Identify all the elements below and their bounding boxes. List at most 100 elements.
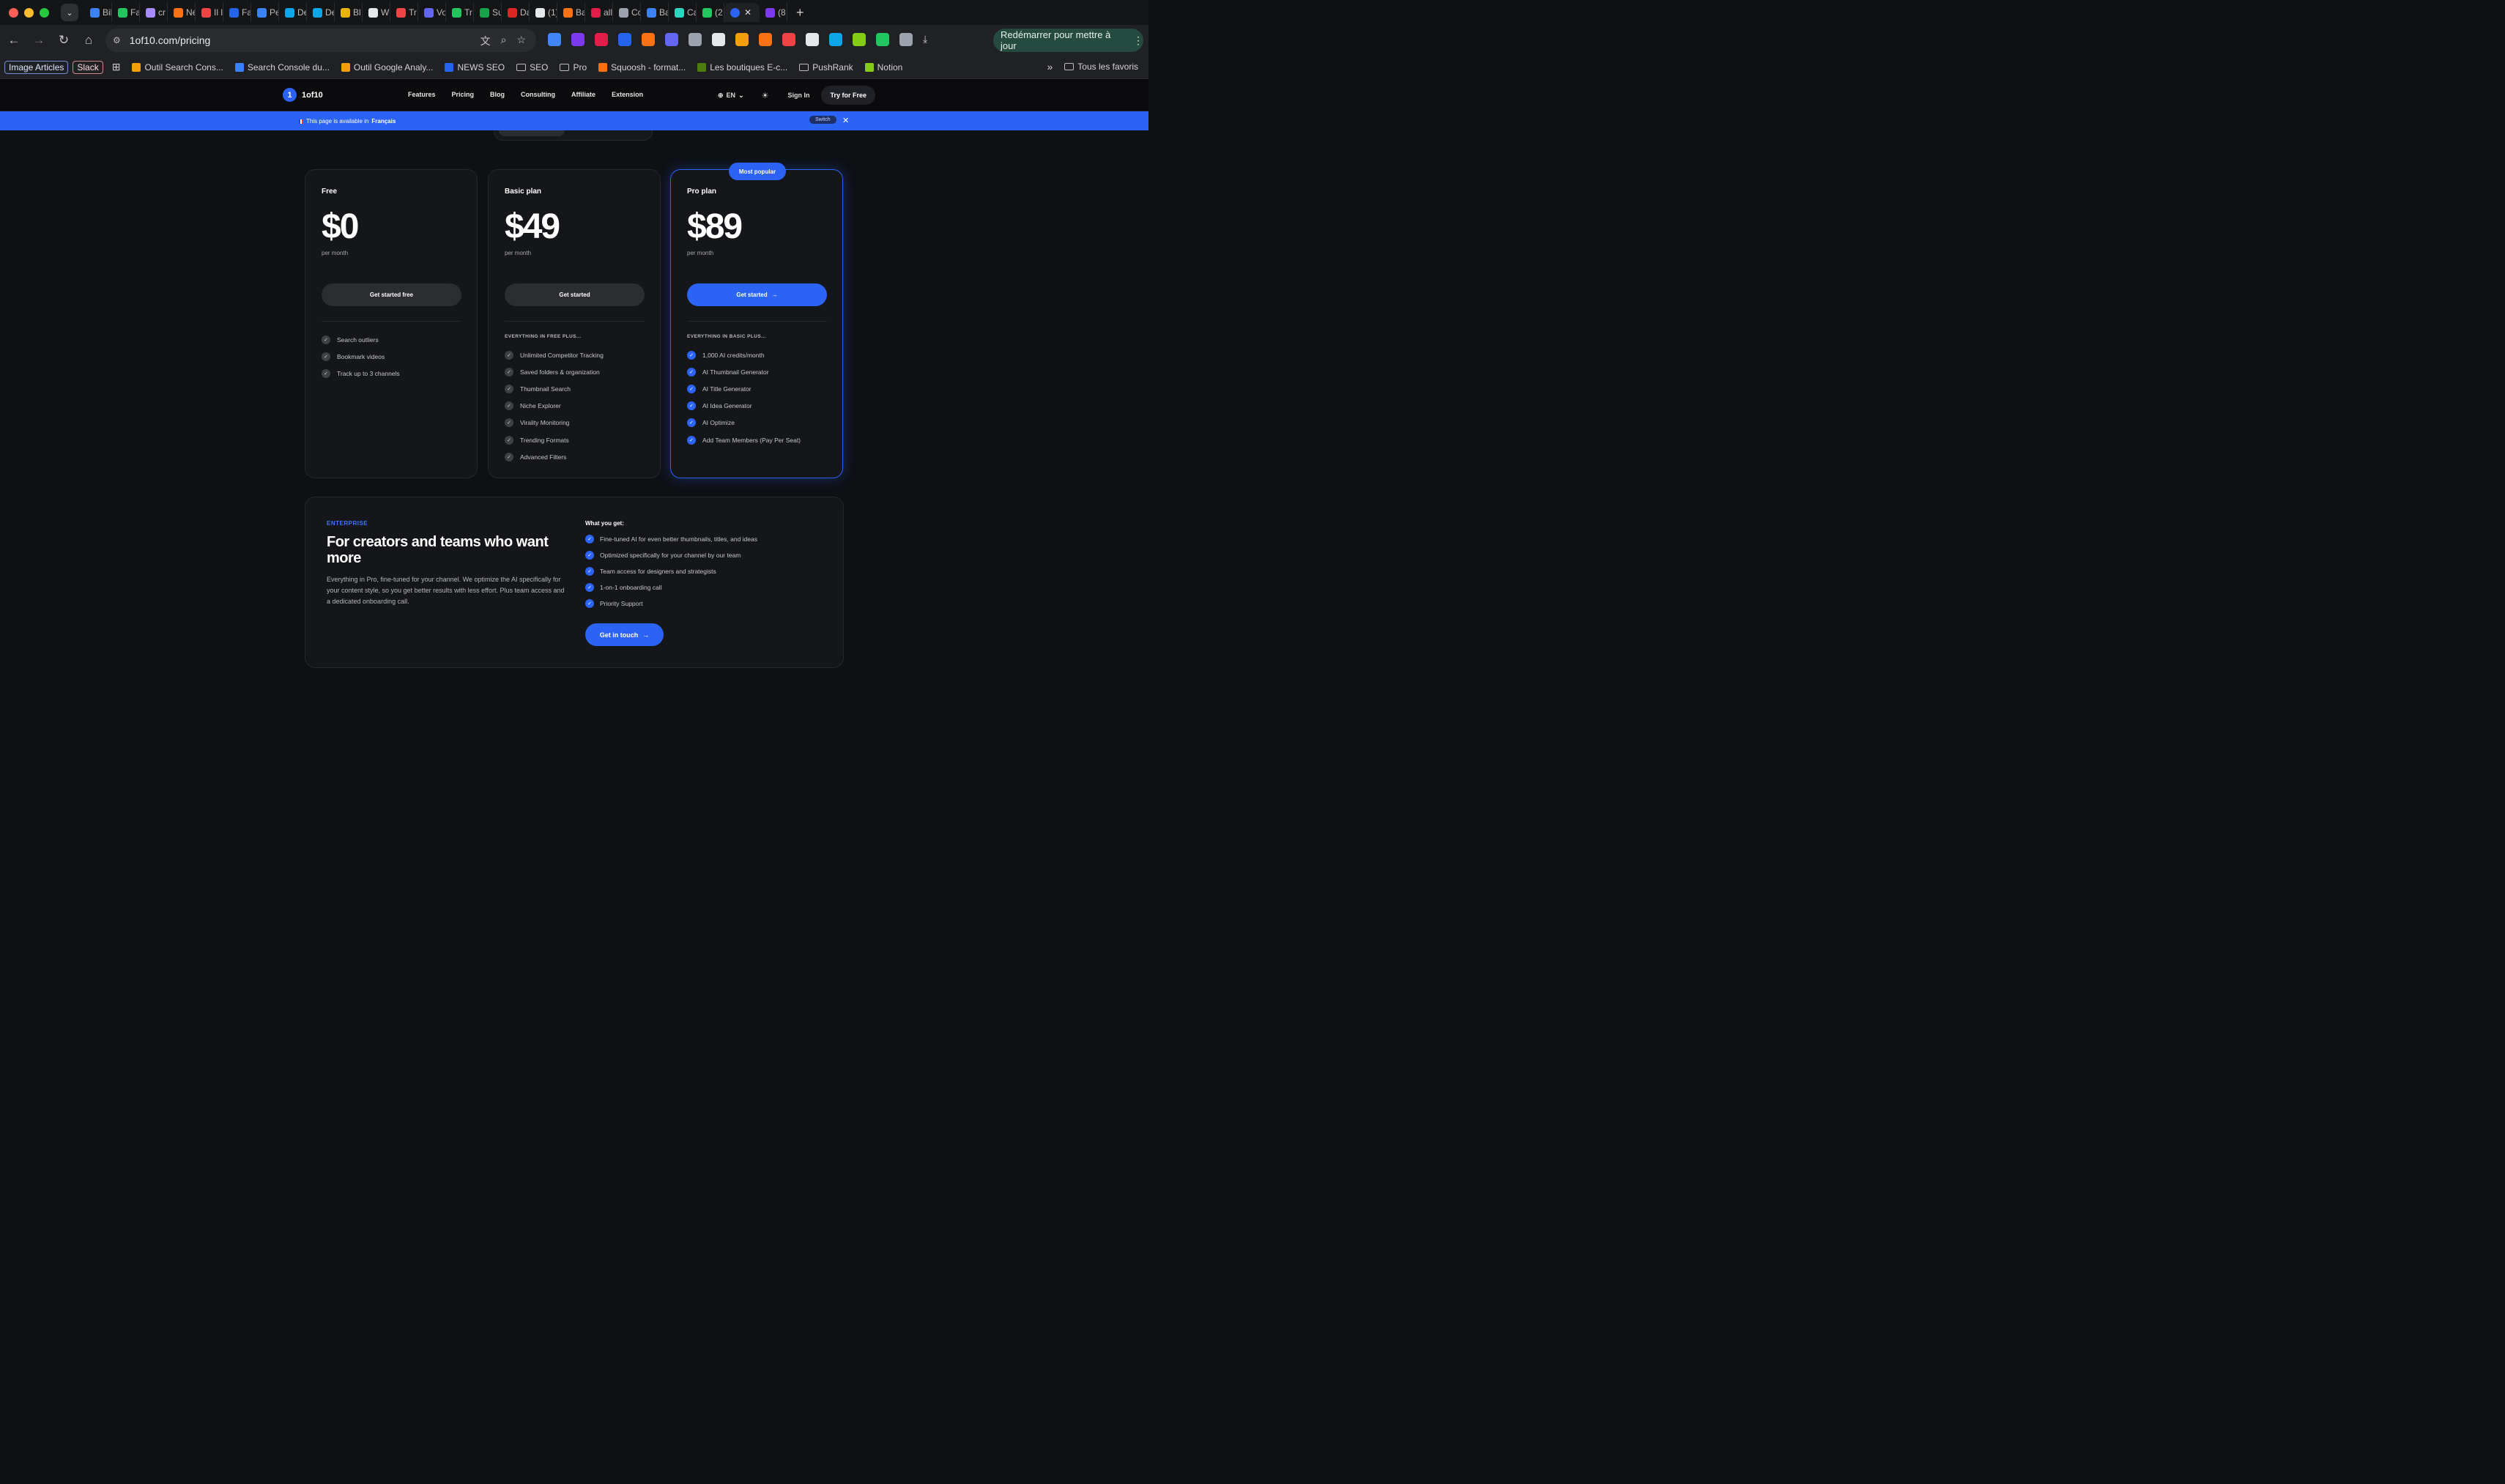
bookmark-item[interactable]: Notion	[864, 62, 903, 73]
site-logo[interactable]: 1 1of10	[283, 88, 323, 102]
bookmark-star-icon[interactable]: ☆	[516, 34, 526, 48]
arrow-right-icon: →	[642, 631, 650, 639]
bookmark-item[interactable]: Search Console du...	[234, 62, 330, 73]
theme-toggle-sun-icon[interactable]: ☀	[762, 91, 769, 100]
extension-icon[interactable]	[899, 33, 913, 46]
bookmark-slack[interactable]: Slack	[73, 60, 103, 74]
bookmark-item[interactable]: Outil Google Analy...	[341, 62, 433, 73]
tab-9[interactable]: Bl	[335, 3, 363, 22]
tab-19[interactable]: Cc	[613, 3, 641, 22]
switch-language-button[interactable]: Switch	[809, 116, 836, 124]
url-text[interactable]: 1of10.com/pricing	[130, 34, 211, 46]
tab-16[interactable]: (1)	[530, 3, 557, 22]
get-started-free-button[interactable]: Get started free	[322, 283, 461, 306]
tab-8[interactable]: De	[307, 3, 335, 22]
close-tab-icon[interactable]: ✕	[744, 7, 752, 18]
feature-item: ✓ AI Thumbnail Generator	[687, 363, 801, 380]
tab-22[interactable]: (2	[697, 3, 724, 22]
tab-6[interactable]: Pe	[251, 3, 279, 22]
address-bar[interactable]: ⚙ 1of10.com/pricing 文 ⌕ ☆	[105, 29, 536, 52]
extension-icon[interactable]	[548, 33, 561, 46]
bookmark-item[interactable]: PushRank	[799, 62, 853, 73]
tab-4[interactable]: Il l	[196, 3, 223, 22]
bookmark-item[interactable]: SEO	[516, 62, 548, 73]
extension-icon[interactable]	[735, 33, 749, 46]
get-in-touch-button[interactable]: Get in touch →	[585, 623, 664, 646]
extension-icon[interactable]	[712, 33, 725, 46]
extension-icon[interactable]	[618, 33, 631, 46]
bookmark-label: Notion	[877, 62, 903, 73]
tab-10[interactable]: Wi	[363, 3, 390, 22]
bookmark-image-articles[interactable]: Image Articles	[4, 60, 69, 74]
extension-icon[interactable]	[665, 33, 678, 46]
nav-features[interactable]: Features	[408, 91, 436, 98]
tab-2[interactable]: cr	[140, 3, 168, 22]
tab-17[interactable]: Ba	[557, 3, 585, 22]
bookmark-item[interactable]: NEWS SEO	[445, 62, 505, 73]
back-button[interactable]: ←	[3, 33, 25, 48]
billing-toggle[interactable]	[494, 130, 653, 141]
tab-12[interactable]: Vo	[418, 3, 446, 22]
extension-icon[interactable]	[759, 33, 772, 46]
tab-3[interactable]: Né	[168, 3, 196, 22]
more-bookmarks-icon[interactable]: »	[1047, 61, 1053, 73]
extension-icon[interactable]	[876, 33, 889, 46]
bookmark-item[interactable]: Outil Search Cons...	[132, 62, 223, 73]
feature-label: Fine-tuned AI for even better thumbnails…	[600, 535, 757, 543]
close-window-button[interactable]	[9, 7, 18, 18]
get-started-pro-button[interactable]: Get started →	[687, 283, 827, 306]
reload-button[interactable]: ↻	[53, 33, 75, 48]
check-icon: ✓	[585, 599, 594, 608]
extension-icon[interactable]	[782, 33, 795, 46]
tab-18[interactable]: all	[585, 3, 613, 22]
bookmark-item[interactable]: Pro	[560, 62, 587, 73]
tab-1[interactable]: Fa	[112, 3, 140, 22]
new-tab-button[interactable]: +	[796, 5, 804, 21]
minimize-window-button[interactable]	[24, 7, 34, 18]
tab-search-button[interactable]: ⌄	[61, 4, 78, 21]
nav-consulting[interactable]: Consulting	[521, 91, 555, 98]
extension-icon[interactable]	[829, 33, 842, 46]
extension-icon[interactable]	[806, 33, 819, 46]
extension-icon[interactable]	[853, 33, 866, 46]
tab-15[interactable]: Da	[502, 3, 530, 22]
more-menu-icon[interactable]: ⋮	[1133, 34, 1143, 47]
bookmark-item[interactable]: Squoosh - format...	[598, 62, 686, 73]
nav-extension[interactable]: Extension	[612, 91, 643, 98]
tab-0[interactable]: Bil	[84, 3, 112, 22]
bookmark-item[interactable]: Les boutiques E-c...	[697, 62, 787, 73]
language-selector[interactable]: ⊕ EN ⌄	[718, 92, 744, 100]
downloads-icon[interactable]: ⤓	[923, 33, 936, 46]
extension-icon[interactable]	[642, 33, 655, 46]
translate-icon[interactable]: 文	[480, 34, 491, 48]
site-info-icon[interactable]: ⚙	[113, 35, 121, 45]
tab-11[interactable]: Tr	[390, 3, 418, 22]
billing-toggle-active[interactable]	[499, 130, 565, 136]
tab-5[interactable]: Fa	[223, 3, 251, 22]
apps-grid-icon[interactable]: ⊞	[112, 61, 121, 73]
cta-label: Get started free	[369, 292, 414, 298]
nav-blog[interactable]: Blog	[490, 91, 505, 98]
tab-20[interactable]: Ba	[641, 3, 669, 22]
extension-icon[interactable]	[689, 33, 702, 46]
sign-in-link[interactable]: Sign In	[787, 92, 809, 99]
extension-icon[interactable]	[571, 33, 584, 46]
tab-7[interactable]: De	[279, 3, 307, 22]
tab-13[interactable]: Tr	[446, 3, 474, 22]
try-for-free-button[interactable]: Try for Free	[821, 86, 876, 105]
nav-pricing[interactable]: Pricing	[452, 91, 475, 98]
tab-21[interactable]: Ca	[669, 3, 697, 22]
relaunch-button[interactable]: Redémarrer pour mettre à jour ⋮	[993, 29, 1143, 52]
zoom-icon[interactable]: ⌕	[501, 34, 507, 48]
get-started-button[interactable]: Get started	[505, 283, 645, 306]
all-bookmarks-folder[interactable]: Tous les favoris	[1064, 62, 1138, 72]
forward-button[interactable]: →	[28, 33, 50, 48]
extension-icon[interactable]	[595, 33, 608, 46]
tab-active[interactable]: ✕	[724, 3, 760, 22]
tab-last[interactable]: (8	[760, 3, 787, 22]
nav-affiliate[interactable]: Affiliate	[571, 91, 595, 98]
maximize-window-button[interactable]	[40, 7, 49, 18]
close-banner-icon[interactable]: ✕	[842, 116, 849, 125]
tab-14[interactable]: Su	[474, 3, 502, 22]
home-button[interactable]: ⌂	[78, 33, 100, 48]
